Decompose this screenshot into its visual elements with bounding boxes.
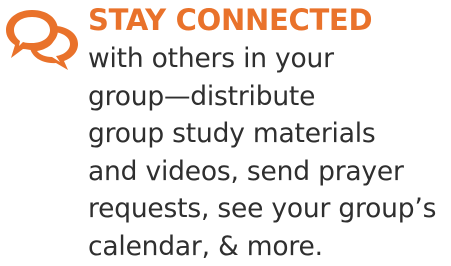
description-line: group study materials (88, 118, 376, 149)
description-line: requests, see your group’s (88, 193, 437, 224)
description-line: with others in your (88, 43, 334, 74)
description-line: group—distribute (88, 80, 316, 112)
description-line: calendar, & more. (88, 230, 323, 262)
description-line: and videos, send prayer (88, 155, 404, 187)
feature-heading: STAY CONNECTED (88, 3, 373, 37)
feature-description: with others in your group—distribute gro… (88, 40, 436, 265)
chat-bubbles-icon (6, 8, 80, 72)
stay-connected-feature: STAY CONNECTED with others in your group… (0, 0, 451, 266)
